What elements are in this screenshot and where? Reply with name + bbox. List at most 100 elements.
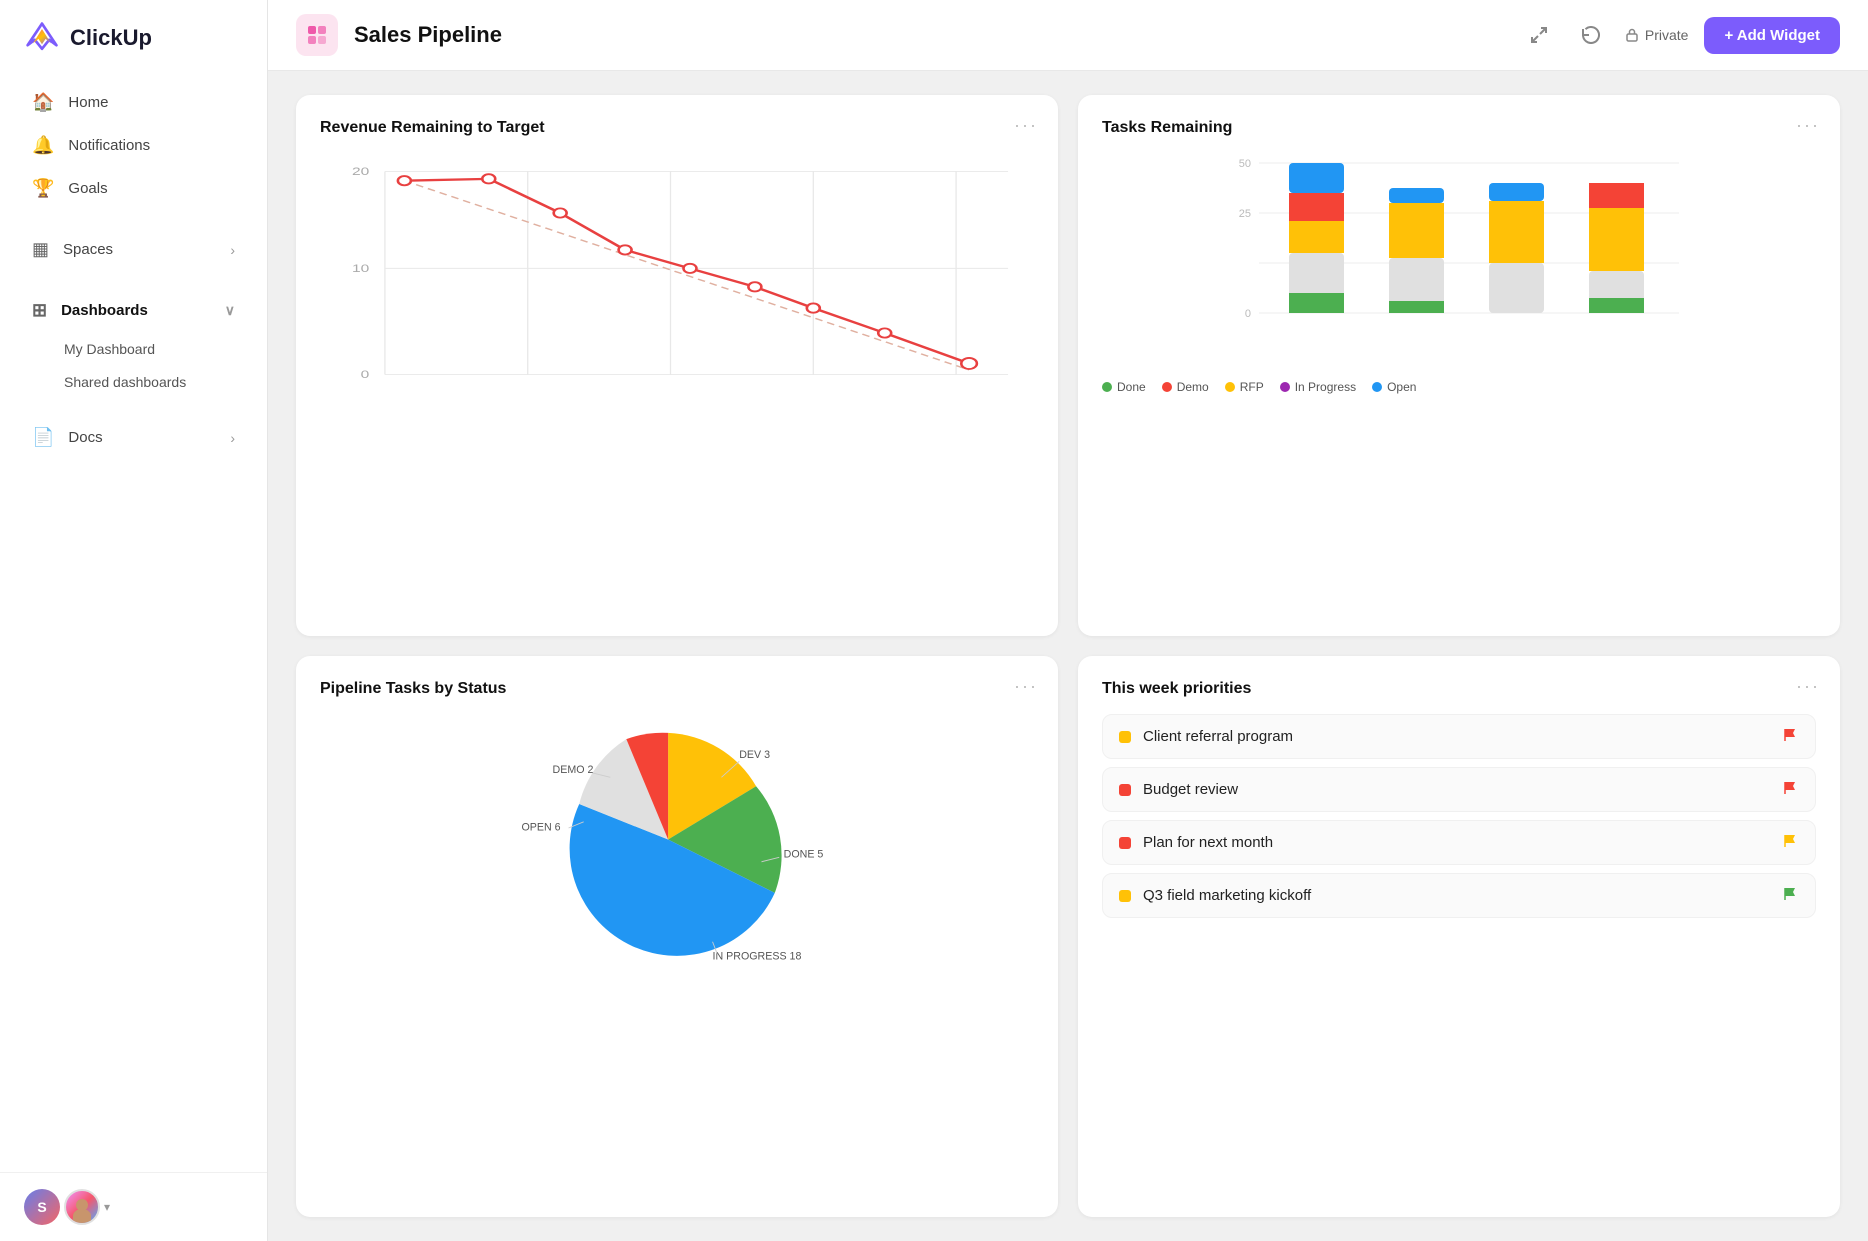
priority-dot-1 xyxy=(1119,784,1131,796)
pipeline-status-widget: Pipeline Tasks by Status ··· DEV 3 xyxy=(296,656,1058,1217)
tasks-bar-chart-svg: 50 25 0 xyxy=(1102,153,1816,363)
user-avatar-group[interactable]: S ▾ xyxy=(24,1189,110,1225)
done-dot xyxy=(1102,382,1112,392)
sidebar-item-notifications-label: Notifications xyxy=(68,137,150,154)
rfp-dot xyxy=(1225,382,1235,392)
spaces-chevron-icon: › xyxy=(230,242,235,258)
add-widget-button[interactable]: + Add Widget xyxy=(1704,17,1840,54)
svg-text:10: 10 xyxy=(352,262,369,274)
sidebar-item-docs[interactable]: 📄 Docs › xyxy=(8,417,259,458)
user-menu-chevron[interactable]: ▾ xyxy=(104,1200,110,1214)
priority-item-2: Plan for next month xyxy=(1102,820,1816,865)
sidebar-item-shared-dashboards-label: Shared dashboards xyxy=(64,374,186,390)
sidebar-item-spaces[interactable]: ▦ Spaces › xyxy=(8,229,259,270)
rfp-label: RFP xyxy=(1240,380,1264,394)
tasks-bar-chart: 50 25 0 xyxy=(1102,153,1816,393)
priority-dot-3 xyxy=(1119,890,1131,902)
logo[interactable]: ClickUp xyxy=(0,0,267,72)
done-label: Done xyxy=(1117,380,1146,394)
priorities-widget-menu[interactable]: ··· xyxy=(1796,676,1820,697)
demo-dot xyxy=(1162,382,1172,392)
dashboard-grid: Revenue Remaining to Target ··· 20 10 xyxy=(268,71,1868,1241)
pipeline-widget-menu[interactable]: ··· xyxy=(1014,676,1038,697)
revenue-chart-svg: 20 10 0 xyxy=(320,153,1034,393)
in-progress-dot xyxy=(1280,382,1290,392)
clickup-logo-icon xyxy=(24,20,60,56)
tasks-widget-menu[interactable]: ··· xyxy=(1796,115,1820,136)
sidebar-item-docs-label: Docs xyxy=(68,429,102,446)
revenue-widget-menu[interactable]: ··· xyxy=(1014,115,1038,136)
priority-dot-0 xyxy=(1119,731,1131,743)
sidebar-item-my-dashboard[interactable]: My Dashboard xyxy=(8,333,259,365)
priority-dot-2 xyxy=(1119,837,1131,849)
sidebar-item-goals-label: Goals xyxy=(68,180,107,197)
priority-item-0: Client referral program xyxy=(1102,714,1816,759)
spaces-icon: ▦ xyxy=(32,239,49,260)
docs-icon: 📄 xyxy=(32,427,54,448)
priority-flag-0 xyxy=(1783,727,1799,746)
sidebar-item-dashboards[interactable]: ⊞ Dashboards ∨ xyxy=(8,290,259,331)
dashboard-icon xyxy=(296,14,338,56)
sidebar-nav: 🏠 Home 🔔 Notifications 🏆 Goals ▦ Spaces … xyxy=(0,72,267,1172)
pipeline-widget-title: Pipeline Tasks by Status xyxy=(320,680,1034,698)
demo-label: Demo xyxy=(1177,380,1209,394)
revenue-widget: Revenue Remaining to Target ··· 20 10 xyxy=(296,95,1058,636)
priority-text-1: Budget review xyxy=(1143,781,1771,798)
svg-text:DONE 5: DONE 5 xyxy=(784,848,824,860)
tasks-remaining-widget: Tasks Remaining ··· 50 25 0 xyxy=(1078,95,1840,636)
sidebar-item-spaces-label: Spaces xyxy=(63,241,113,258)
home-icon: 🏠 xyxy=(32,92,54,113)
priority-item-1: Budget review xyxy=(1102,767,1816,812)
trophy-icon: 🏆 xyxy=(32,178,54,199)
legend-in-progress: In Progress xyxy=(1280,380,1356,394)
pipeline-pie-svg: DEV 3 DONE 5 IN PROGRESS 18 OPEN 6 DEMO … xyxy=(517,704,837,984)
svg-text:0: 0 xyxy=(1245,308,1251,320)
logo-text: ClickUp xyxy=(70,25,152,51)
svg-text:0: 0 xyxy=(361,368,370,380)
priority-text-2: Plan for next month xyxy=(1143,834,1771,851)
sidebar-item-home[interactable]: 🏠 Home xyxy=(8,82,259,123)
refresh-button[interactable] xyxy=(1573,17,1609,53)
bar-chart-legend: Done Demo RFP In Progress xyxy=(1102,380,1816,394)
sidebar-item-dashboards-label: Dashboards xyxy=(61,302,148,319)
sidebar-item-goals[interactable]: 🏆 Goals xyxy=(8,168,259,209)
priorities-widget: This week priorities ··· Client referral… xyxy=(1078,656,1840,1217)
tasks-widget-title: Tasks Remaining xyxy=(1102,119,1816,137)
priority-item-3: Q3 field marketing kickoff xyxy=(1102,873,1816,918)
svg-text:OPEN 6: OPEN 6 xyxy=(521,822,560,834)
open-label: Open xyxy=(1387,380,1416,394)
svg-text:50: 50 xyxy=(1239,158,1251,170)
priority-flag-2 xyxy=(1783,833,1799,852)
svg-text:IN PROGRESS 18: IN PROGRESS 18 xyxy=(713,951,802,963)
docs-chevron-icon: › xyxy=(230,430,235,446)
expand-button[interactable] xyxy=(1521,17,1557,53)
dashboards-icon: ⊞ xyxy=(32,300,47,321)
svg-text:DEV 3: DEV 3 xyxy=(739,749,770,761)
sidebar-item-my-dashboard-label: My Dashboard xyxy=(64,341,155,357)
page-title: Sales Pipeline xyxy=(354,22,1505,48)
in-progress-label: In Progress xyxy=(1295,380,1356,394)
sidebar-item-home-label: Home xyxy=(68,94,108,111)
pipeline-pie-chart: DEV 3 DONE 5 IN PROGRESS 18 OPEN 6 DEMO … xyxy=(320,714,1034,974)
priority-text-0: Client referral program xyxy=(1143,728,1771,745)
revenue-widget-title: Revenue Remaining to Target xyxy=(320,119,1034,137)
priorities-widget-title: This week priorities xyxy=(1102,680,1816,698)
sidebar-item-shared-dashboards[interactable]: Shared dashboards xyxy=(8,366,259,398)
sidebar-item-notifications[interactable]: 🔔 Notifications xyxy=(8,125,259,166)
bell-icon: 🔔 xyxy=(32,135,54,156)
svg-text:20: 20 xyxy=(352,165,369,177)
priority-flag-3 xyxy=(1783,886,1799,905)
svg-text:25: 25 xyxy=(1239,208,1251,220)
sidebar: ClickUp 🏠 Home 🔔 Notifications 🏆 Goals ▦… xyxy=(0,0,268,1241)
privacy-label: Private xyxy=(1645,27,1689,43)
main-content: Sales Pipeline xyxy=(268,0,1868,1241)
priority-text-3: Q3 field marketing kickoff xyxy=(1143,887,1771,904)
sidebar-bottom: S ▾ xyxy=(0,1172,267,1241)
legend-demo: Demo xyxy=(1162,380,1209,394)
privacy-badge: Private xyxy=(1625,27,1689,43)
legend-open: Open xyxy=(1372,380,1416,394)
open-dot xyxy=(1372,382,1382,392)
legend-done: Done xyxy=(1102,380,1146,394)
svg-text:DEMO 2: DEMO 2 xyxy=(553,764,594,776)
priority-list: Client referral program Budget review Pl… xyxy=(1102,714,1816,918)
